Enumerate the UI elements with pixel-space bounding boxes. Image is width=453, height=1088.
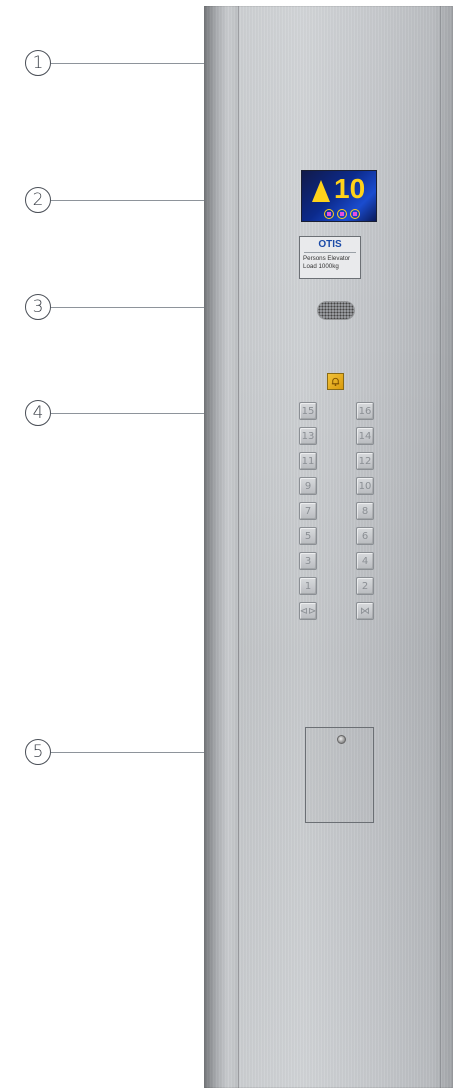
callout-4: 4 [25, 400, 51, 426]
brand-name: OTIS [318, 239, 342, 250]
floor-button-5[interactable]: 5 [299, 527, 317, 545]
panel-right-edge [440, 6, 441, 1088]
floor-button-10[interactable]: 10 [356, 477, 374, 495]
panel-sheen [238, 6, 453, 1088]
floor-button-1[interactable]: 1 [299, 577, 317, 595]
floor-button-6[interactable]: 6 [356, 527, 374, 545]
bell-icon [331, 377, 340, 386]
elevator-control-panel: 10 OTIS Persons Elevator Load 1000kg 15 … [204, 6, 453, 1088]
floor-button-16[interactable]: 16 [356, 402, 374, 420]
keyhole-icon[interactable] [337, 735, 346, 744]
door-close-button[interactable]: ⋈ [356, 602, 374, 620]
floor-number: 10 [334, 173, 366, 204]
status-icon-3 [350, 209, 360, 219]
speaker-grille [318, 302, 354, 319]
floor-button-14[interactable]: 14 [356, 427, 374, 445]
capacity-plate: OTIS Persons Elevator Load 1000kg [299, 236, 361, 279]
floor-button-8[interactable]: 8 [356, 502, 374, 520]
floor-button-12[interactable]: 12 [356, 452, 374, 470]
floor-button-15[interactable]: 15 [299, 402, 317, 420]
callout-3: 3 [25, 294, 51, 320]
floor-button-3[interactable]: 3 [299, 552, 317, 570]
callout-2: 2 [25, 187, 51, 213]
floor-button-7[interactable]: 7 [299, 502, 317, 520]
status-icon-2 [337, 209, 347, 219]
alarm-button[interactable] [327, 373, 344, 390]
floor-button-2[interactable]: 2 [356, 577, 374, 595]
plate-divider [304, 252, 356, 253]
floor-display: 10 [301, 170, 377, 222]
display-status-icons [324, 209, 360, 219]
floor-button-11[interactable]: 11 [299, 452, 317, 470]
plate-line-2: Load 1000kg [303, 263, 339, 270]
floor-button-13[interactable]: 13 [299, 427, 317, 445]
plate-line-1: Persons Elevator [303, 255, 351, 262]
callout-1-leader [51, 63, 204, 64]
up-arrow-icon [312, 180, 330, 202]
door-open-button[interactable]: ⊲⊳ [299, 602, 317, 620]
status-icon-1 [324, 209, 334, 219]
key-switch-box[interactable] [305, 727, 374, 823]
panel-side-bevel [204, 6, 238, 1088]
floor-button-9[interactable]: 9 [299, 477, 317, 495]
floor-button-4[interactable]: 4 [356, 552, 374, 570]
callout-5: 5 [25, 739, 51, 765]
callout-1: 1 [25, 50, 51, 76]
